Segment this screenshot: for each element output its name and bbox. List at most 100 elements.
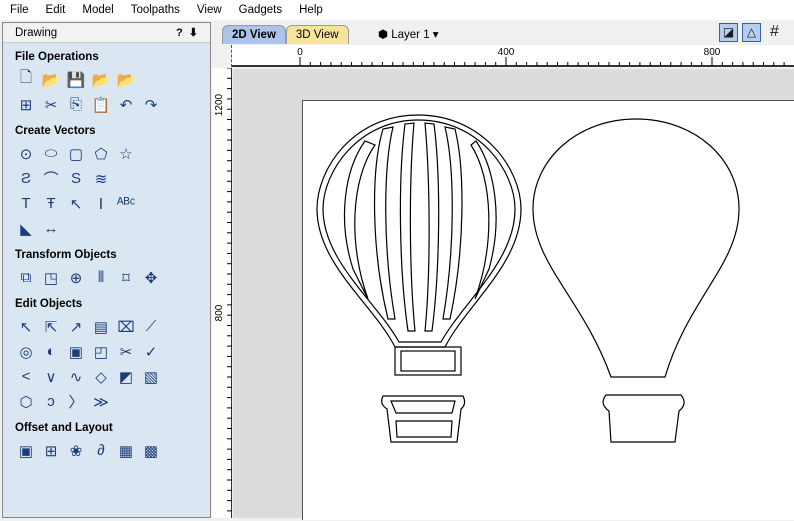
ruler-label: 0 bbox=[297, 47, 303, 58]
undo-icon[interactable]: ↶ bbox=[117, 96, 135, 114]
ruler-label: 400 bbox=[498, 47, 515, 58]
weld-icon[interactable]: ◎ bbox=[17, 343, 35, 361]
drawing-canvas[interactable] bbox=[233, 69, 794, 520]
smooth-icon[interactable]: ✓ bbox=[142, 343, 160, 361]
menu-edit[interactable]: Edit bbox=[36, 4, 73, 16]
text-on-curve-icon[interactable]: ↖ bbox=[67, 195, 85, 213]
curve-fit-icon[interactable]: ∿ bbox=[67, 368, 85, 386]
qr-code-icon[interactable]: ▦ bbox=[117, 442, 135, 460]
menu-toolpaths[interactable]: Toolpaths bbox=[121, 4, 187, 16]
chamfer-icon[interactable]: ≫ bbox=[92, 393, 110, 411]
path-icon[interactable]: ∂ bbox=[92, 442, 110, 460]
align-icon[interactable]: ✥ bbox=[142, 269, 160, 287]
help-button[interactable]: ? bbox=[176, 27, 189, 39]
bitmap-trace-icon[interactable]: ◣ bbox=[17, 220, 35, 238]
tool-row: ⬡ ↄ 〉 ≫ bbox=[17, 389, 210, 414]
vector-view-icon[interactable]: ◪ bbox=[719, 23, 738, 42]
balloon-outline-left[interactable] bbox=[316, 114, 522, 443]
star-icon[interactable]: ☆ bbox=[117, 145, 135, 163]
offset-icon[interactable]: ▣ bbox=[17, 442, 35, 460]
section-title: File Operations bbox=[15, 51, 99, 63]
tool-row: ▣ ⊞ ❀ ∂ ▦ ▩ bbox=[17, 438, 210, 463]
scale-icon[interactable]: ◳ bbox=[42, 269, 60, 287]
pin-button[interactable]: ⬇ bbox=[189, 27, 204, 39]
ruler-label: 800 bbox=[704, 47, 721, 58]
nest-icon[interactable]: ❀ bbox=[67, 442, 85, 460]
trim-icon[interactable]: ◐ bbox=[42, 343, 60, 361]
section-title: Offset and Layout bbox=[15, 422, 113, 434]
interactive-select-icon[interactable]: ↗ bbox=[67, 318, 85, 336]
move-icon[interactable]: ⧉ bbox=[17, 269, 35, 287]
ungroup-icon[interactable]: ⌧ bbox=[117, 318, 135, 336]
tool-row: ◣ ↔ bbox=[17, 216, 210, 241]
select-all-icon[interactable]: ⊞ bbox=[17, 96, 35, 114]
join-icon[interactable]: < bbox=[17, 368, 35, 386]
copy-icon[interactable]: ⎘ bbox=[67, 96, 85, 114]
scissors-icon[interactable]: ✂ bbox=[117, 343, 135, 361]
section-title: Edit Objects bbox=[15, 298, 83, 310]
tool-row: < ∨ ∿ ◇ ◩ ▧ bbox=[17, 364, 210, 389]
new-file-icon[interactable]: 🗋 bbox=[17, 69, 35, 89]
node-join-icon[interactable]: ∨ bbox=[42, 368, 60, 386]
panel-header: Drawing ?⬇ bbox=[3, 23, 210, 43]
arc-icon[interactable]: ⌒ bbox=[42, 170, 60, 188]
select-node-icon[interactable]: ⇱ bbox=[42, 318, 60, 336]
tab-2d-view[interactable]: 2D View bbox=[222, 25, 286, 44]
rectangle-icon[interactable]: ▢ bbox=[67, 145, 85, 163]
section-title: Create Vectors bbox=[15, 125, 96, 137]
ruler-label: 1200 bbox=[214, 93, 225, 116]
measure-icon[interactable]: ⟋ bbox=[142, 318, 160, 336]
tool-row: ⊙ ⬭ ▢ ⬠ ☆ bbox=[17, 141, 210, 166]
snap-view-icon[interactable]: △ bbox=[742, 23, 761, 42]
open-folder-icon[interactable]: 📂 bbox=[42, 71, 61, 89]
menu-gadgets[interactable]: Gadgets bbox=[229, 4, 289, 16]
layer-dropdown[interactable]: ⬢ Layer 1 ▾ bbox=[378, 27, 439, 41]
offset-icon[interactable]: ▣ bbox=[67, 343, 85, 361]
dimension-icon[interactable]: ↔ bbox=[42, 220, 60, 238]
ruler-label: 800 bbox=[214, 304, 225, 321]
menu-view[interactable]: View bbox=[187, 4, 229, 16]
array-icon[interactable]: ⊞ bbox=[42, 442, 60, 460]
menu-bar: File Edit Model Toolpaths View Gadgets Help bbox=[0, 0, 794, 20]
mirror-icon[interactable]: ⫴ bbox=[92, 269, 110, 287]
close-icon[interactable]: ◇ bbox=[92, 368, 110, 386]
save-icon[interactable]: 💾 bbox=[67, 71, 86, 89]
bitmap-icon[interactable]: ▧ bbox=[142, 368, 160, 386]
tile-icon[interactable]: ▩ bbox=[142, 442, 160, 460]
vector-select-icon[interactable]: ⬡ bbox=[17, 393, 35, 411]
menu-help[interactable]: Help bbox=[289, 4, 330, 16]
circle-icon[interactable]: ⊙ bbox=[17, 145, 35, 163]
grid-icon[interactable]: # bbox=[765, 23, 784, 42]
wave-icon[interactable]: ≋ bbox=[92, 170, 110, 188]
menu-file[interactable]: File bbox=[0, 4, 36, 16]
redo-icon[interactable]: ↷ bbox=[142, 96, 160, 114]
tool-row: ⧉ ◳ ⊕ ⫴ ⌑ ✥ bbox=[17, 265, 210, 290]
distort-icon[interactable]: ⌑ bbox=[117, 269, 135, 287]
tool-row: Ƨ ⌒ S ≋ bbox=[17, 166, 210, 191]
layer-icon: ⬢ bbox=[378, 29, 392, 41]
import-icon[interactable]: 📂 bbox=[117, 71, 136, 89]
tool-row: ↖ ⇱ ↗ ▤ ⌧ ⟋ bbox=[17, 314, 210, 339]
polygon-icon[interactable]: ⬠ bbox=[92, 145, 110, 163]
menu-model[interactable]: Model bbox=[72, 4, 120, 16]
tab-3d-view[interactable]: 3D View bbox=[285, 25, 349, 44]
open-folder-2-icon[interactable]: 📂 bbox=[92, 71, 111, 89]
cut-icon[interactable]: ✂ bbox=[42, 96, 60, 114]
ellipse-icon[interactable]: ⬭ bbox=[42, 145, 60, 163]
paste-icon[interactable]: 📋 bbox=[92, 96, 111, 114]
auto-text-icon[interactable]: Ⅰ bbox=[92, 195, 110, 213]
smooth-node-icon[interactable]: 〉 bbox=[67, 393, 85, 411]
balloon-silhouette-right[interactable] bbox=[532, 118, 740, 443]
curve-icon[interactable]: S bbox=[67, 170, 85, 188]
close-open-icon[interactable]: ↄ bbox=[42, 393, 60, 411]
extend-icon[interactable]: ◩ bbox=[117, 368, 135, 386]
tool-row: ⊞ ✂ ⎘ 📋 ↶ ↷ bbox=[17, 92, 210, 117]
group-icon[interactable]: ▤ bbox=[92, 318, 110, 336]
text-arc-icon[interactable]: ᴬᴮᶜ bbox=[117, 195, 135, 213]
node-edit-icon[interactable]: ↖ bbox=[17, 318, 35, 336]
fillet-icon[interactable]: ◰ bbox=[92, 343, 110, 361]
polyline-icon[interactable]: Ƨ bbox=[17, 170, 35, 188]
text-box-icon[interactable]: Ŧ bbox=[42, 195, 60, 213]
rotate-icon[interactable]: ⊕ bbox=[67, 269, 85, 287]
text-icon[interactable]: T bbox=[17, 195, 35, 213]
